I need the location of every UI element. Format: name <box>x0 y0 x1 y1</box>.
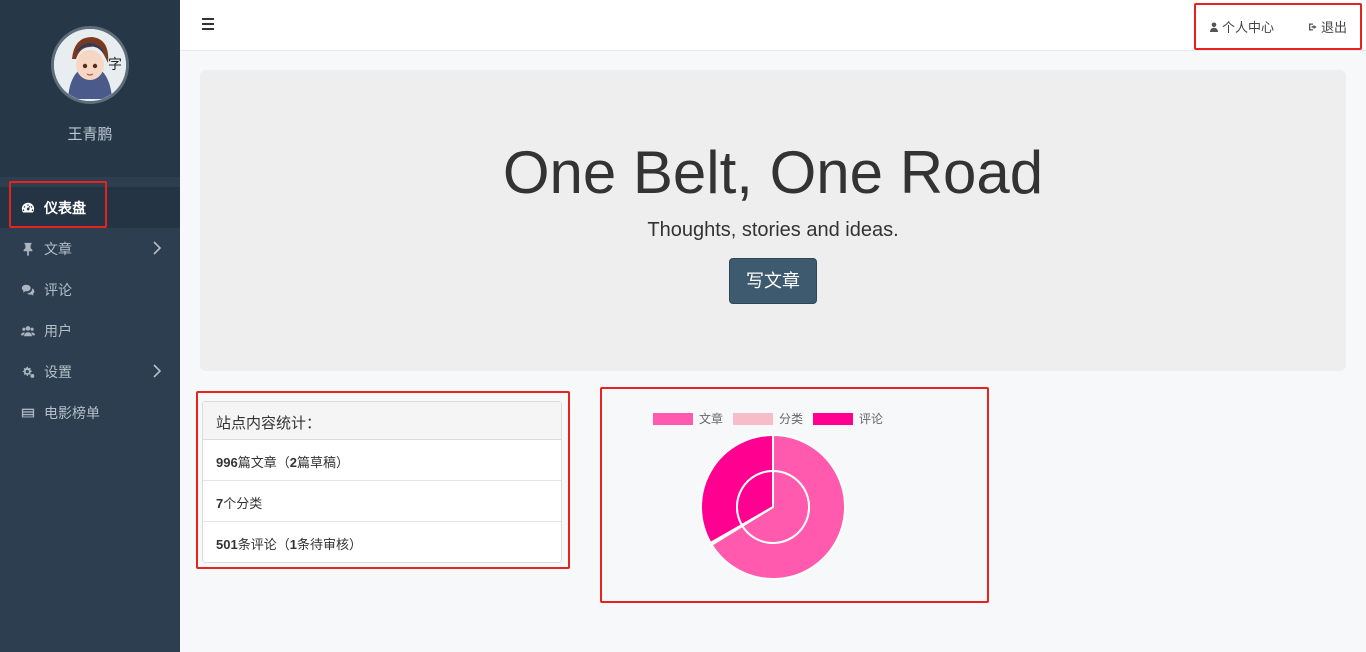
sidebar-item-label: 设置 <box>44 363 72 380</box>
sidebar-item-label: 文章 <box>44 240 72 257</box>
sidebar-item-label: 电影榜单 <box>44 404 100 421</box>
jumbotron: One Belt, One Road Thoughts, stories and… <box>200 70 1346 371</box>
annotation-box-chart <box>600 387 989 603</box>
list-icon <box>20 405 36 421</box>
write-post-button[interactable]: 写文章 <box>729 258 817 304</box>
cogs-icon <box>20 364 36 380</box>
avatar-image: 字 <box>54 29 126 101</box>
sidebar-item-users[interactable]: 用户 <box>0 310 180 351</box>
svg-text:字: 字 <box>108 57 122 73</box>
chevron-right-icon <box>152 364 162 378</box>
username: 王青鹏 <box>67 126 113 143</box>
users-icon <box>20 323 36 339</box>
menu-toggle-icon[interactable] <box>202 18 214 30</box>
sidebar-item-movie-rankings[interactable]: 电影榜单 <box>0 392 180 433</box>
top-navbar: 个人中心 退出 <box>180 0 1366 51</box>
annotation-box-topbar <box>1194 3 1362 50</box>
sidebar-item-comments[interactable]: 评论 <box>0 269 180 310</box>
thumbtack-icon <box>20 241 36 257</box>
profile-section: 字 王青鹏 <box>0 0 180 177</box>
avatar[interactable]: 字 <box>51 26 129 104</box>
comments-icon <box>20 282 36 298</box>
jumbotron-subtitle: Thoughts, stories and ideas. <box>647 219 899 241</box>
chevron-right-icon <box>152 241 162 255</box>
sidebar-item-settings[interactable]: 设置 <box>0 351 180 392</box>
sidebar-item-label: 用户 <box>44 322 72 339</box>
sidebar-item-posts[interactable]: 文章 <box>0 228 180 269</box>
annotation-box-stats <box>196 391 570 569</box>
annotation-box-dashboard <box>9 181 107 228</box>
sidebar-item-label: 评论 <box>44 281 72 298</box>
sidebar: 字 王青鹏 仪表盘 文章 评论 用户 设置 电影榜单 <box>0 0 180 652</box>
jumbotron-title: One Belt, One Road <box>502 139 1044 206</box>
